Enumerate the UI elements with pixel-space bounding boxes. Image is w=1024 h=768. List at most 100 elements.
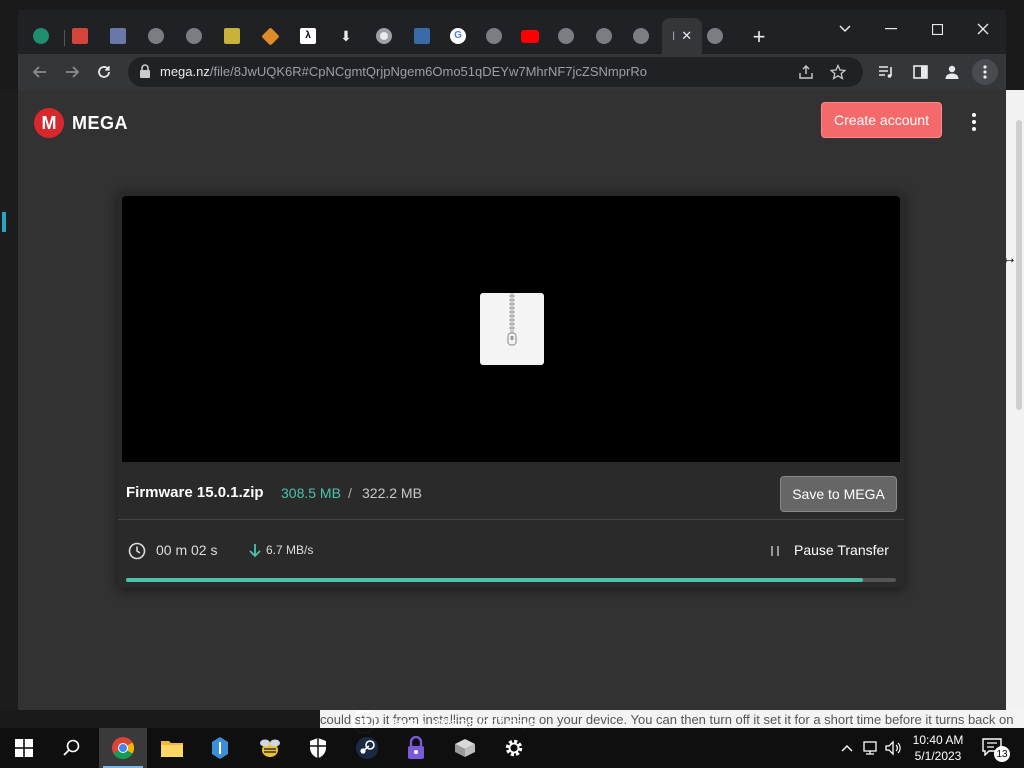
tab-title: I	[671, 29, 676, 43]
tab-7[interactable]	[255, 22, 285, 50]
tab-favicon-icon	[224, 28, 240, 44]
tab-favicon-icon	[414, 28, 430, 44]
reload-icon[interactable]	[92, 60, 116, 84]
tab-8[interactable]: λ	[293, 22, 323, 50]
maximize-button[interactable]	[914, 14, 960, 44]
tab-favicon-icon	[110, 28, 126, 44]
network-icon[interactable]	[862, 739, 880, 757]
tab-13[interactable]	[479, 22, 509, 50]
tab-favicon-icon	[260, 26, 280, 46]
transfer-status-row: 00 m 02 s 6.7 MB/s Pause Transfer	[118, 522, 904, 582]
tab-close-icon[interactable]: ✕	[681, 28, 692, 44]
side-panel-icon[interactable]	[908, 60, 932, 84]
globe-icon	[186, 28, 202, 44]
pause-transfer-button[interactable]: Pause Transfer	[794, 542, 889, 558]
download-card: Firmware 15.0.1.zip 308.5 MB / 322.2 MB …	[118, 192, 904, 588]
taskbar-chrome[interactable]	[99, 728, 147, 768]
start-button[interactable]	[0, 728, 48, 768]
close-window-button[interactable]	[960, 14, 1006, 44]
file-preview-area	[122, 196, 900, 462]
zip-file-icon	[480, 293, 544, 365]
chrome-icon	[376, 28, 392, 44]
address-bar[interactable]: mega.nz/file/8JwUQK6R#CpNCgmtQrjpNgem6Om…	[128, 57, 863, 87]
youtube-icon	[521, 29, 539, 43]
clock-date: 5/1/2023	[914, 749, 962, 763]
tab-active-mega[interactable]: I ✕	[662, 18, 702, 54]
tab-14[interactable]	[515, 22, 545, 50]
globe-icon	[633, 28, 649, 44]
taskbar-settings[interactable]	[490, 728, 538, 768]
background-window-left	[0, 90, 18, 710]
download-progress-fill	[126, 578, 863, 582]
globe-icon	[596, 28, 612, 44]
windows-taskbar: 10:40 AM 5/1/2023 13	[0, 728, 1024, 768]
background-accent-mark	[2, 212, 6, 232]
taskbar-lock-app[interactable]	[392, 728, 440, 768]
tab-4[interactable]	[141, 22, 171, 50]
taskbar-security-shield[interactable]	[294, 728, 342, 768]
time-remaining: 00 m 02 s	[156, 542, 218, 558]
taskbar-steam[interactable]	[343, 728, 391, 768]
taskbar-server-app[interactable]	[441, 728, 489, 768]
url-text[interactable]: mega.nz/file/8JwUQK6R#CpNCgmtQrjpNgem6Om…	[160, 64, 647, 79]
taskbar-app-blue[interactable]	[196, 728, 244, 768]
tab-10[interactable]	[369, 22, 399, 50]
chevron-up-icon[interactable]	[838, 739, 856, 757]
back-arrow-icon[interactable]	[28, 60, 52, 84]
tab-15[interactable]	[551, 22, 581, 50]
create-account-button[interactable]: Create account	[821, 102, 942, 138]
tab-search-icon[interactable]	[822, 14, 868, 44]
taskbar-app-bee[interactable]	[246, 728, 294, 768]
globe-icon	[707, 28, 723, 44]
action-center-button[interactable]: 13	[982, 738, 1010, 762]
tab-favicon-icon	[33, 28, 49, 44]
download-arrow-icon	[248, 543, 262, 559]
globe-icon	[486, 28, 502, 44]
search-button[interactable]	[48, 728, 96, 768]
mega-logo[interactable]: M MEGA	[34, 108, 128, 138]
notification-count-badge: 13	[994, 746, 1010, 762]
forward-arrow-icon[interactable]	[60, 60, 84, 84]
share-icon[interactable]	[796, 62, 816, 82]
minimize-button[interactable]	[868, 14, 914, 44]
clock-icon	[128, 542, 146, 560]
reading-list-icon[interactable]	[874, 60, 898, 84]
globe-icon	[558, 28, 574, 44]
url-host: mega.nz	[160, 64, 210, 79]
downloaded-size: 308.5 MB	[281, 485, 341, 501]
total-size: 322.2 MB	[362, 485, 422, 501]
tab-18[interactable]	[700, 22, 730, 50]
url-path: /file/8JwUQK6R#CpNCgmtQrjpNgem6Omo51qDEY…	[209, 64, 647, 79]
tab-2[interactable]	[65, 22, 95, 50]
pause-icon[interactable]	[770, 544, 782, 558]
tab-favicon-icon	[72, 28, 88, 44]
tab-3[interactable]	[103, 22, 133, 50]
lock-icon[interactable]	[138, 63, 156, 81]
save-to-mega-button[interactable]: Save to MEGA	[780, 476, 897, 512]
tab-9[interactable]: ⬇	[331, 22, 361, 50]
tab-16[interactable]	[589, 22, 619, 50]
taskbar-file-explorer[interactable]	[148, 728, 196, 768]
tab-6[interactable]	[217, 22, 247, 50]
more-options-icon[interactable]	[964, 110, 984, 134]
tab-17[interactable]	[626, 22, 656, 50]
tab-1[interactable]	[26, 22, 56, 50]
mega-logo-word: MEGA	[72, 112, 128, 133]
clock-time: 10:40 AM	[912, 733, 964, 747]
download-speed: 6.7 MB/s	[266, 543, 314, 557]
tab-5[interactable]	[179, 22, 209, 50]
google-icon: G	[450, 28, 466, 44]
volume-icon[interactable]	[884, 739, 902, 757]
browser-menu-icon[interactable]	[972, 59, 998, 85]
new-tab-button[interactable]: +	[746, 24, 772, 50]
taskbar-clock[interactable]: 10:40 AM 5/1/2023	[906, 732, 970, 764]
tab-12[interactable]: G	[443, 22, 473, 50]
tab-strip: λ ⬇ G I ✕ +	[18, 10, 1006, 54]
file-name: Firmware 15.0.1.zip	[126, 484, 264, 501]
browser-window-chrome: λ ⬇ G I ✕ + mega.nz/file/8JwUQK6R#CpNCgm…	[18, 10, 1006, 90]
bookmark-star-icon[interactable]	[828, 62, 848, 82]
browser-toolbar: mega.nz/file/8JwUQK6R#CpNCgmtQrjpNgem6Om…	[18, 54, 1006, 90]
tab-11[interactable]	[407, 22, 437, 50]
profile-icon[interactable]	[940, 60, 964, 84]
size-separator: /	[348, 485, 352, 501]
